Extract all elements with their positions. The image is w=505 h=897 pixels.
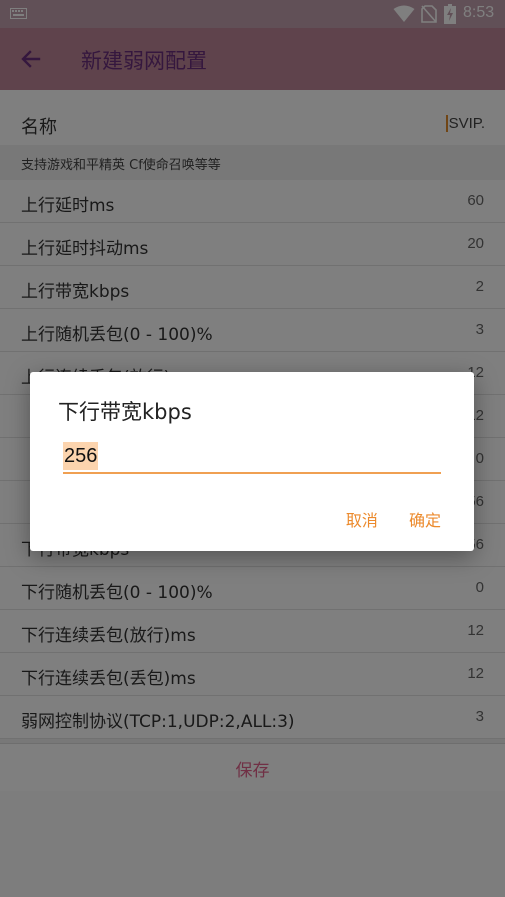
cancel-button[interactable]: 取消 [346, 507, 378, 531]
dialog-input-value[interactable]: 256 [63, 442, 99, 470]
edit-value-dialog: 下行带宽kbps 256 取消 确定 [30, 372, 474, 551]
dialog-title: 下行带宽kbps [58, 400, 192, 424]
dialog-actions: 取消 确定 [320, 507, 441, 531]
dialog-input-field[interactable]: 256 [63, 442, 441, 474]
confirm-button[interactable]: 确定 [409, 507, 441, 531]
